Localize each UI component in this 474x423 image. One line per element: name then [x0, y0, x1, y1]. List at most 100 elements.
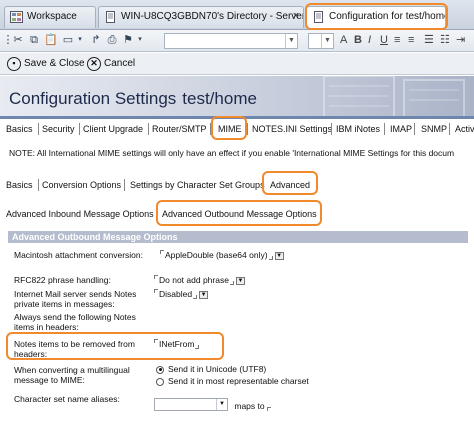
- internet-mail-field[interactable]: Disabled ▼: [154, 289, 209, 299]
- macintosh-value: AppleDouble (base64 only): [165, 250, 268, 260]
- tab-separator: [449, 123, 450, 135]
- tab-separator: [38, 179, 39, 191]
- subtab-advanced-inbound[interactable]: Advanced Inbound Message Options: [6, 207, 154, 221]
- font-name-combo[interactable]: ▼: [164, 33, 298, 49]
- workspace-icon: [10, 11, 23, 23]
- server-name: test/home: [182, 89, 257, 108]
- subtab-basics[interactable]: Basics: [6, 178, 33, 192]
- remove-items-highlight: [6, 332, 224, 360]
- cancel-label: Cancel: [104, 58, 136, 69]
- tab-ibm-inotes[interactable]: IBM iNotes: [336, 122, 380, 136]
- field-corner: [193, 295, 198, 299]
- internet-mail-value: Disabled: [159, 289, 193, 299]
- save-icon: ▪: [7, 57, 21, 71]
- radio-button[interactable]: [156, 377, 164, 386]
- chevron-down-icon: ▼: [321, 34, 333, 48]
- mime-tab-highlight: [211, 116, 247, 140]
- field-corner: [154, 275, 158, 279]
- tab-security[interactable]: Security: [42, 122, 75, 136]
- dropdown-arrow-icon[interactable]: ▾: [134, 34, 146, 46]
- radio-unicode-label: Send it in Unicode (UTF8): [168, 364, 267, 374]
- tab-router-smtp[interactable]: Router/SMTP: [152, 122, 207, 136]
- numbered-list-icon[interactable]: ☰: [424, 34, 434, 46]
- always-send-label: Always send the following Notes items in…: [14, 312, 136, 332]
- rfc822-label: RFC822 phrase handling:: [14, 275, 111, 285]
- align-left-icon[interactable]: ≡: [394, 34, 400, 46]
- tab-snmp[interactable]: SNMP: [421, 122, 447, 136]
- subtab-settings-by-character-set-groups[interactable]: Settings by Character Set Groups: [130, 178, 265, 192]
- multilingual-label: When converting a multilingual message t…: [14, 365, 130, 385]
- rfc822-field[interactable]: Do not add phrase ▼: [154, 275, 245, 285]
- cut-icon[interactable]: ✂: [12, 34, 24, 46]
- tab-directory-label: WIN-U8CQ3GBDN70's Directory - Server\Con: [121, 11, 303, 22]
- chevron-down-icon: ▼: [216, 399, 227, 410]
- dropdown-button-icon[interactable]: ▼: [235, 276, 245, 285]
- print-icon[interactable]: ⎙: [106, 34, 118, 46]
- italic-icon[interactable]: I: [368, 34, 371, 46]
- field-corner: [268, 256, 273, 260]
- outbound-subtab-highlight: [156, 200, 322, 226]
- tab-client-upgrade[interactable]: Client Upgrade: [83, 122, 143, 136]
- radio-representable-label: Send it in most representable charset: [168, 376, 309, 386]
- subtab-conversion-options[interactable]: Conversion Options: [42, 178, 121, 192]
- tab-separator: [79, 123, 80, 135]
- internet-mail-label: Internet Mail server sends Notes private…: [14, 289, 137, 309]
- banner-decoration-graphic: [323, 76, 465, 116]
- indent-icon[interactable]: ⇥: [456, 34, 465, 46]
- radio-button-selected[interactable]: [156, 365, 164, 374]
- maps-to-label: maps to: [234, 401, 265, 411]
- underline-icon[interactable]: U: [380, 34, 388, 46]
- save-close-button[interactable]: ▪ Save & Close: [7, 56, 85, 72]
- dropdown-button-icon[interactable]: ▼: [274, 251, 284, 260]
- macintosh-field[interactable]: AppleDouble (base64 only) ▼: [160, 250, 284, 260]
- tab-separator: [124, 179, 125, 191]
- tab-directory-close-icon[interactable]: ×: [293, 10, 299, 22]
- toolbar: ⋮ ✂ ⧉ 📋 ▭ ▾ ↱ ⎙ ⚑ ▾ ▼ ▼ A B I U ≡ ≡ ☰ ☷ …: [0, 30, 474, 52]
- tab-separator: [148, 123, 149, 135]
- tab-directory[interactable]: WIN-U8CQ3GBDN70's Directory - Server\Con…: [98, 6, 304, 28]
- macintosh-label: Macintosh attachment conversion:: [14, 250, 143, 260]
- mime-note: NOTE: All International MIME settings wi…: [9, 148, 455, 158]
- tab-basics[interactable]: Basics: [6, 122, 33, 136]
- cancel-icon: ✕: [87, 57, 101, 71]
- chevron-down-icon: ▼: [285, 34, 297, 48]
- charset-aliases-field: ▼ maps to: [154, 398, 272, 411]
- action-bar: ▪ Save & Close ✕ Cancel: [0, 53, 474, 75]
- bold-icon[interactable]: B: [354, 34, 362, 46]
- advanced-subtab-highlight: [262, 171, 318, 195]
- text-color-icon[interactable]: A: [340, 34, 347, 46]
- bullet-list-icon[interactable]: ☷: [440, 34, 450, 46]
- cancel-button[interactable]: ✕ Cancel: [87, 56, 135, 72]
- radio-unicode[interactable]: Send it in Unicode (UTF8): [156, 364, 266, 374]
- tab-separator: [247, 123, 248, 135]
- field-corner: [160, 250, 164, 254]
- tab-separator: [414, 123, 415, 135]
- radio-representable-charset[interactable]: Send it in most representable charset: [156, 376, 309, 386]
- forward-icon[interactable]: ↱: [90, 34, 102, 46]
- tab-notes-ini-settings[interactable]: NOTES.INI Settings: [252, 122, 332, 136]
- charset-select[interactable]: ▼: [154, 398, 228, 411]
- paste-icon[interactable]: 📋: [44, 34, 58, 46]
- align-center-icon[interactable]: ≡: [408, 34, 414, 46]
- field-corner: [154, 289, 158, 293]
- flag-icon[interactable]: ⚑: [122, 34, 134, 46]
- tab-separator: [384, 123, 385, 135]
- dropdown-arrow-icon[interactable]: ▾: [74, 34, 86, 46]
- copy-icon[interactable]: ⧉: [28, 34, 40, 46]
- tab-workspace-label: Workspace: [27, 11, 77, 22]
- field-corner: [229, 281, 234, 285]
- header-banner: Configuration Settings test/home: [0, 76, 474, 116]
- tab-separator: [38, 123, 39, 135]
- tab-imap[interactable]: IMAP: [390, 122, 412, 136]
- window-tab-strip: Workspace WIN-U8CQ3GBDN70's Directory - …: [0, 0, 474, 30]
- charset-aliases-label: Character set name aliases:: [14, 394, 120, 404]
- outbound-options-section: Advanced Outbound Message Options Macint…: [8, 231, 468, 423]
- new-document-icon[interactable]: ▭: [62, 34, 74, 46]
- tab-activity[interactable]: Activ: [455, 122, 474, 136]
- document-icon: [106, 11, 115, 23]
- font-size-combo[interactable]: ▼: [308, 33, 334, 49]
- tab-workspace[interactable]: Workspace: [4, 6, 96, 28]
- dropdown-button-icon[interactable]: ▼: [199, 290, 209, 299]
- rfc822-value: Do not add phrase: [159, 275, 229, 285]
- configuration-tab-highlight: [305, 3, 448, 30]
